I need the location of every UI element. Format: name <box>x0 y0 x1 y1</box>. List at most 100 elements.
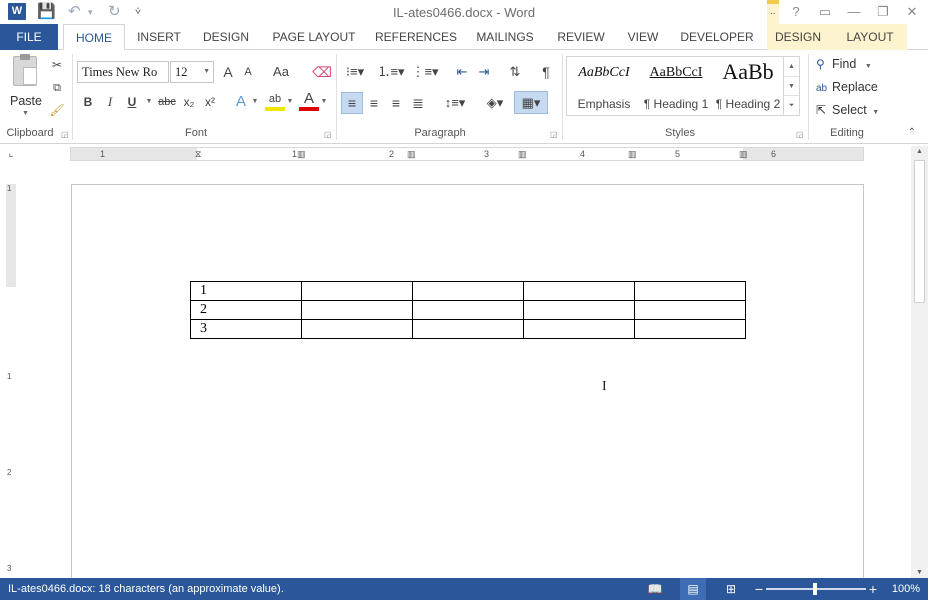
table-cell[interactable] <box>412 281 524 301</box>
show-formatting-marks-button[interactable]: ¶ <box>536 61 556 83</box>
table-cell[interactable]: 2 <box>190 300 302 320</box>
underline-dropdown-icon[interactable]: ▼ <box>145 91 153 113</box>
close-icon[interactable]: ✕ <box>901 2 923 22</box>
minimize-icon[interactable]: — <box>843 2 865 22</box>
font-color-button[interactable]: A <box>299 91 319 111</box>
scroll-up-icon[interactable]: ▲ <box>784 57 799 76</box>
change-case-button[interactable]: Aa <box>266 61 296 83</box>
table-cell[interactable] <box>412 300 524 320</box>
tab-file[interactable]: FILE <box>0 24 58 50</box>
more-styles-icon[interactable]: ⏷ <box>784 95 799 114</box>
highlight-button[interactable]: ab <box>265 91 285 111</box>
tab-mailings[interactable]: MAILINGS <box>468 24 542 50</box>
increase-indent-icon[interactable]: ⇥ <box>474 61 494 83</box>
highlight-dropdown-icon[interactable]: ▼ <box>286 91 294 113</box>
paste-button[interactable]: Paste ▼ <box>6 54 46 120</box>
ribbon-display-options-icon[interactable]: ▭ <box>814 2 836 22</box>
clipboard-launcher-icon[interactable]: ◲ <box>61 130 69 139</box>
replace-button[interactable]: ab Replace <box>816 77 878 97</box>
column-marker[interactable]: ▥ <box>297 148 306 160</box>
align-right-icon[interactable]: ≡ <box>386 92 406 114</box>
italic-button[interactable]: I <box>100 91 120 113</box>
zoom-out-button[interactable]: − <box>752 578 766 600</box>
table-cell[interactable] <box>634 281 746 301</box>
align-left-icon[interactable]: ≡ <box>342 92 362 114</box>
scroll-down-icon[interactable]: ▼ <box>911 569 928 576</box>
scroll-down-icon[interactable]: ▼ <box>784 76 799 95</box>
table-cell[interactable] <box>301 300 413 320</box>
vertical-scrollbar[interactable]: ▲ ▼ <box>911 146 928 578</box>
read-mode-icon[interactable]: 📖 <box>645 578 665 600</box>
tab-table-design[interactable]: DESIGN <box>768 24 828 50</box>
style-emphasis[interactable]: AaBbCcI Emphasis <box>569 57 639 115</box>
align-center-icon[interactable]: ≡ <box>364 92 384 114</box>
clear-formatting-icon[interactable]: ⌫ <box>312 61 332 83</box>
table-cell[interactable] <box>523 281 635 301</box>
justify-icon[interactable]: ≣ <box>408 92 428 114</box>
style-heading-1[interactable]: AaBbCcI ¶ Heading 1 <box>641 57 711 115</box>
strikethrough-button[interactable]: abc <box>156 91 178 113</box>
superscript-button[interactable]: x² <box>201 91 219 113</box>
format-painter-icon[interactable]: 🖌 <box>48 99 66 121</box>
text-effects-button[interactable]: A <box>232 91 250 113</box>
tab-developer[interactable]: DEVELOPER <box>676 24 758 50</box>
zoom-slider-thumb[interactable] <box>813 583 817 595</box>
styles-launcher-icon[interactable]: ◲ <box>796 130 804 139</box>
table-cell[interactable] <box>301 319 413 339</box>
column-marker[interactable]: ▥ <box>407 148 416 160</box>
subscript-button[interactable]: x₂ <box>180 91 198 113</box>
restore-icon[interactable]: ❐ <box>872 2 894 22</box>
table-cell[interactable] <box>523 319 635 339</box>
vertical-ruler[interactable]: 1 1 2 3 <box>6 184 16 578</box>
tab-selector[interactable]: ⌞ <box>4 147 18 161</box>
styles-scroll[interactable]: ▲ ▼ ⏷ <box>783 57 799 115</box>
table-cell[interactable] <box>301 281 413 301</box>
find-button[interactable]: ⚲ Find ▼ <box>816 54 872 74</box>
help-icon[interactable]: ? <box>785 2 807 22</box>
print-layout-icon[interactable]: ▤ <box>680 578 706 600</box>
column-marker[interactable]: ▥ <box>739 148 748 160</box>
table-cell[interactable] <box>412 319 524 339</box>
table-cell[interactable] <box>634 319 746 339</box>
grow-font-button[interactable]: A <box>219 61 237 83</box>
bold-button[interactable]: B <box>78 91 98 113</box>
line-spacing-icon[interactable]: ↕≡▾ <box>441 92 469 114</box>
underline-button[interactable]: U <box>122 91 142 113</box>
tab-view[interactable]: VIEW <box>620 24 666 50</box>
horizontal-ruler[interactable]: 1 ⧖ 1 2 3 4 5 6 ▥ ▥ ▥ ▥ ▥ <box>70 147 864 161</box>
tab-page-layout[interactable]: PAGE LAYOUT <box>266 24 362 50</box>
document-stats[interactable]: IL-ates0466.docx: 18 characters (an appr… <box>8 578 284 600</box>
web-layout-icon[interactable]: ⊞ <box>720 578 742 600</box>
tab-insert[interactable]: INSERT <box>130 24 188 50</box>
scrollbar-thumb[interactable] <box>914 160 925 303</box>
cut-icon[interactable]: ✂ <box>48 54 66 76</box>
sort-icon[interactable]: ⇅ <box>505 61 525 83</box>
column-marker[interactable]: ▥ <box>628 148 637 160</box>
table-cell[interactable]: 3 <box>190 319 302 339</box>
zoom-level[interactable]: 100% <box>888 578 924 600</box>
zoom-in-button[interactable]: + <box>866 578 880 600</box>
document-page[interactable] <box>71 184 864 584</box>
document-table[interactable]: 1 2 3 <box>190 281 746 339</box>
shrink-font-button[interactable]: A <box>239 61 257 83</box>
font-launcher-icon[interactable]: ◲ <box>324 130 332 139</box>
scroll-up-icon[interactable]: ▲ <box>911 148 928 155</box>
shading-icon[interactable]: ◈▾ <box>480 92 510 114</box>
tab-design[interactable]: DESIGN <box>196 24 256 50</box>
style-heading-2[interactable]: AaBb ¶ Heading 2 <box>713 57 783 115</box>
column-marker[interactable]: ▥ <box>518 148 527 160</box>
table-cell[interactable] <box>523 300 635 320</box>
paragraph-launcher-icon[interactable]: ◲ <box>550 130 558 139</box>
tab-home[interactable]: HOME <box>63 24 125 51</box>
decrease-indent-icon[interactable]: ⇤ <box>452 61 472 83</box>
font-name-combo[interactable]: Times New Ro <box>77 61 169 83</box>
table-cell[interactable]: 1 <box>190 281 302 301</box>
tab-table-layout[interactable]: LAYOUT <box>836 24 904 50</box>
table-cell[interactable] <box>634 300 746 320</box>
tab-references[interactable]: REFERENCES <box>372 24 460 50</box>
collapse-ribbon-icon[interactable]: ⌃ <box>904 122 920 144</box>
borders-icon[interactable]: ▦▾ <box>515 92 547 114</box>
first-line-indent-marker[interactable]: ⧖ <box>195 148 201 160</box>
numbering-icon[interactable]: ⒈≡▾ <box>377 61 405 83</box>
bullets-icon[interactable]: ⁝≡▾ <box>342 61 368 83</box>
